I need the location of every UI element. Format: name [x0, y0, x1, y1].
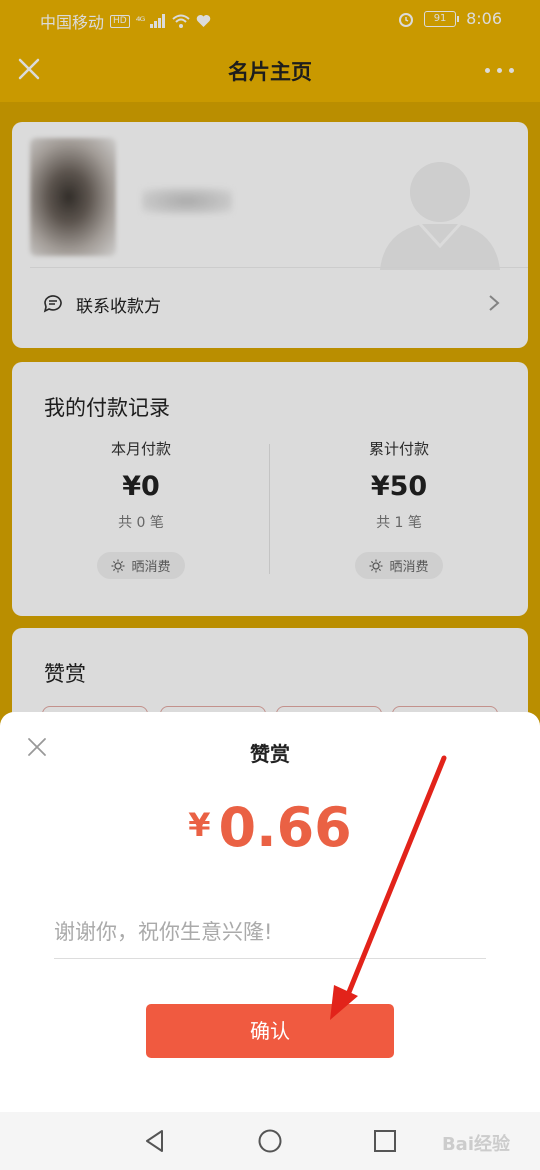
back-icon[interactable] [142, 1128, 168, 1154]
currency-symbol: ¥ [188, 806, 211, 844]
confirm-button[interactable]: 确认 [146, 1004, 394, 1058]
system-navigation-bar: Bai经验 [0, 1112, 540, 1170]
watermark: Bai经验 [441, 1134, 510, 1155]
reward-amount: ¥0.66 [0, 796, 540, 859]
message-underline [54, 958, 486, 959]
message-field[interactable]: 谢谢你，祝你生意兴隆! [54, 916, 272, 946]
amount-value: 0.66 [218, 796, 352, 859]
sheet-title: 赞赏 [250, 742, 290, 766]
recents-icon[interactable] [372, 1128, 398, 1154]
reward-sheet: 赞赏 ¥0.66 谢谢你，祝你生意兴隆! 确认 [0, 712, 540, 1112]
home-icon[interactable] [257, 1128, 283, 1154]
